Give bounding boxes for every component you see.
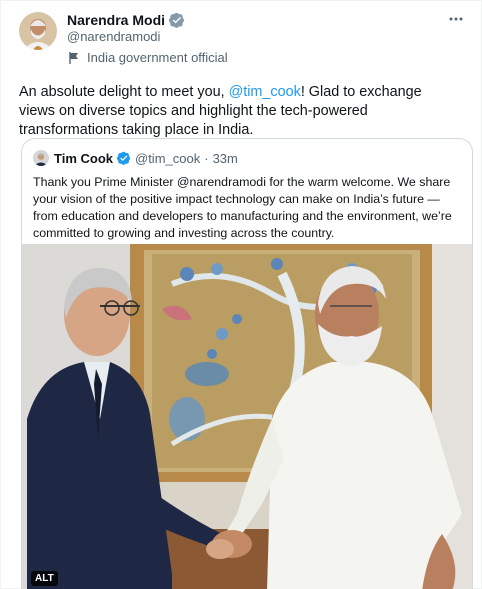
author-avatar[interactable] (19, 12, 57, 50)
quoted-tweet[interactable]: Tim Cook @tim_cook · 33m Thank you Prime… (21, 138, 473, 589)
tweet-card: Narendra Modi @narendramodi India govern… (0, 0, 482, 589)
flag-icon (67, 51, 81, 65)
affiliation-text: India government official (87, 50, 228, 65)
alt-text-badge[interactable]: ALT (31, 571, 58, 586)
quoted-tweet-photo[interactable]: ALT (22, 244, 472, 589)
quoted-author-avatar (33, 150, 49, 166)
quoted-author-handle[interactable]: @tim_cook (135, 151, 200, 166)
tweet-text: An absolute delight to meet you, @tim_co… (19, 83, 467, 140)
quoted-tweet-text: Thank you Prime Minister @narendramodi f… (33, 175, 452, 240)
tweet-text-start: An absolute delight to meet you, (19, 84, 229, 100)
quoted-verified-badge-icon (117, 151, 131, 165)
affiliation-label: India government official (67, 50, 445, 65)
quoted-timestamp[interactable]: 33m (213, 151, 238, 166)
mention-link[interactable]: @tim_cook (229, 84, 301, 100)
author-handle[interactable]: @narendramodi (67, 29, 445, 44)
author-name[interactable]: Narendra Modi (67, 12, 165, 28)
more-options-icon[interactable] (445, 11, 467, 27)
quoted-tweet-header: Tim Cook @tim_cook · 33m (33, 148, 472, 168)
meta-separator: · (204, 150, 209, 166)
quoted-author-name[interactable]: Tim Cook (54, 151, 113, 166)
tweet-header: Narendra Modi @narendramodi India govern… (19, 11, 467, 69)
verified-badge-icon (169, 12, 185, 28)
